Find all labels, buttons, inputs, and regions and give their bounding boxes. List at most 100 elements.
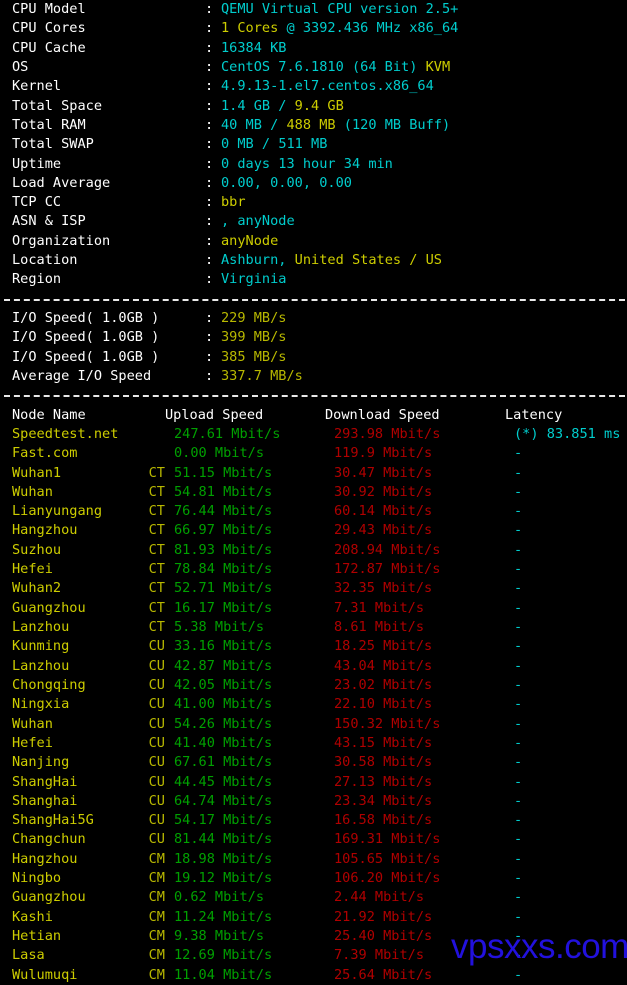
sysinfo-row: Organization: anyNode	[0, 232, 627, 251]
node-name: Suzhou	[12, 541, 62, 558]
isp-code: CU	[148, 754, 165, 771]
sysinfo-label: CPU Cores	[12, 20, 86, 37]
sysinfo-label: Total SWAP	[12, 136, 94, 153]
upload-speed: 81.44 Mbit/s	[174, 831, 273, 848]
sysinfo-row: Region: Virginia	[0, 270, 627, 289]
iospeed-colon: :	[205, 329, 214, 346]
upload-speed: 42.87 Mbit/s	[174, 657, 273, 674]
node-name: Hangzhou	[12, 522, 78, 539]
isp-code: CU	[148, 812, 165, 829]
iospeed-row: I/O Speed( 1.0GB ):385 MB/s	[0, 348, 627, 367]
upload-speed: 19.12 Mbit/s	[174, 870, 273, 887]
sysinfo-value-part: /	[270, 97, 295, 114]
speedtest-row: Hangzhou CT 66.97 Mbit/s 29.43 Mbit/s -	[0, 521, 627, 540]
speedtest-row: Hefei CT 78.84 Mbit/s 172.87 Mbit/s -	[0, 560, 627, 579]
download-speed: 30.92 Mbit/s	[334, 483, 433, 500]
sysinfo-value-part: 16384 KB	[221, 39, 287, 56]
upload-speed: 54.26 Mbit/s	[174, 715, 273, 732]
separator-line-1	[0, 290, 627, 309]
latency-value: -	[514, 464, 523, 481]
column-header-node-name: Node Name	[12, 406, 86, 423]
isp-code: CM	[148, 850, 165, 867]
latency-value: -	[514, 754, 523, 771]
node-name: Lanzhou	[12, 657, 70, 674]
sysinfo-row: CPU Cache:16384 KB	[0, 39, 627, 58]
node-name: Kunming	[12, 638, 70, 655]
upload-speed: 11.04 Mbit/s	[174, 966, 273, 983]
latency-value: -	[514, 638, 523, 655]
isp-code: CT	[148, 580, 165, 597]
node-name: Ningxia	[12, 696, 70, 713]
speedtest-row: Shanghai CU 64.74 Mbit/s 23.34 Mbit/s -	[0, 792, 627, 811]
download-speed: 60.14 Mbit/s	[334, 503, 433, 520]
node-name: Wulumuqi	[12, 966, 78, 983]
sysinfo-colon: :	[205, 39, 214, 56]
isp-code: CM	[148, 966, 165, 983]
download-speed: 208.94 Mbit/s	[334, 541, 441, 558]
speedtest-row: Wuhan CU 54.26 Mbit/s 150.32 Mbit/s -	[0, 715, 627, 734]
upload-speed: 76.44 Mbit/s	[174, 503, 273, 520]
latency-value: -	[514, 831, 523, 848]
sysinfo-label: OS	[12, 58, 29, 75]
download-speed: 22.10 Mbit/s	[334, 696, 433, 713]
node-name: Hetian	[12, 928, 62, 944]
upload-speed: 78.84 Mbit/s	[174, 561, 273, 578]
isp-code: CT	[148, 483, 165, 500]
node-name: Chongqing	[12, 676, 86, 693]
download-speed: 8.61 Mbit/s	[334, 619, 425, 635]
upload-speed: 11.24 Mbit/s	[174, 908, 273, 925]
download-speed: 21.92 Mbit/s	[334, 908, 433, 925]
sysinfo-row: TCP CC: bbr	[0, 193, 627, 212]
isp-code: CM	[148, 928, 165, 944]
sysinfo-row: Total RAM:40 MB / 488 MB (120 MB Buff)	[0, 116, 627, 135]
sysinfo-colon: :	[205, 78, 214, 95]
node-name: Kashi	[12, 908, 53, 925]
column-header-upload-speed: Upload Speed	[165, 406, 264, 423]
sysinfo-row: CPU Cores:1 Cores @ 3392.436 MHz x86_64	[0, 19, 627, 38]
sysinfo-value-part: 1.4 GB	[221, 97, 271, 114]
isp-code: CT	[148, 522, 165, 539]
sysinfo-colon: :	[205, 271, 214, 288]
latency-value: -	[514, 850, 523, 867]
sysinfo-value-part: /	[261, 116, 287, 133]
download-speed: 7.31 Mbit/s	[334, 599, 425, 616]
upload-speed: 0.62 Mbit/s	[174, 889, 265, 906]
iospeed-label: I/O Speed( 1.0GB )	[12, 310, 160, 326]
iospeed-row: Average I/O Speed:337.7 MB/s	[0, 367, 627, 386]
speedtest-row: ShangHai CU 44.45 Mbit/s 27.13 Mbit/s -	[0, 773, 627, 792]
upload-speed: 64.74 Mbit/s	[174, 792, 273, 809]
isp-code: CU	[148, 696, 165, 713]
node-name: Wuhan2	[12, 580, 62, 597]
iospeed-colon: :	[205, 348, 214, 365]
isp-code: CM	[148, 889, 165, 906]
latency-value: -	[514, 908, 523, 925]
node-name: Speedtest.net	[12, 425, 119, 442]
upload-speed: 52.71 Mbit/s	[174, 580, 273, 597]
upload-speed: 42.05 Mbit/s	[174, 676, 273, 693]
terminal-output: CPU Model: QEMU Virtual CPU version 2.5+ C…	[0, 0, 627, 985]
upload-speed: 81.93 Mbit/s	[174, 541, 273, 558]
speedtest-row: Guangzhou CT 16.17 Mbit/s 7.31 Mbit/s -	[0, 599, 627, 618]
sysinfo-row: CPU Model: QEMU Virtual CPU version 2.5+	[0, 0, 627, 19]
latency-value: -	[514, 889, 523, 906]
upload-speed: 12.69 Mbit/s	[174, 947, 273, 964]
speedtest-header-row: Node Name Upload Speed Download Speed Laten…	[0, 406, 627, 425]
upload-speed: 33.16 Mbit/s	[174, 638, 273, 655]
upload-speed: 54.81 Mbit/s	[174, 483, 273, 500]
upload-speed: 51.15 Mbit/s	[174, 464, 273, 481]
latency-value: -	[514, 561, 523, 578]
latency-value: -	[514, 734, 523, 751]
latency-value: -	[514, 696, 523, 713]
sysinfo-value-part: Ashburn,	[221, 252, 295, 269]
isp-code: CU	[148, 676, 165, 693]
upload-speed: 41.40 Mbit/s	[174, 734, 273, 751]
sysinfo-value-part: 9.4 GB	[294, 97, 344, 114]
isp-code: CT	[148, 464, 165, 481]
sysinfo-colon: :	[205, 213, 214, 230]
isp-code: CU	[148, 831, 165, 848]
speedtest-row: Fast.com 0.00 Mbit/s 119.9 Mbit/s -	[0, 444, 627, 463]
node-name: Lasa	[12, 947, 45, 964]
node-name: Fast.com	[12, 445, 78, 462]
node-name: Hefei	[12, 561, 53, 578]
column-header-latency: Latency	[505, 406, 563, 423]
